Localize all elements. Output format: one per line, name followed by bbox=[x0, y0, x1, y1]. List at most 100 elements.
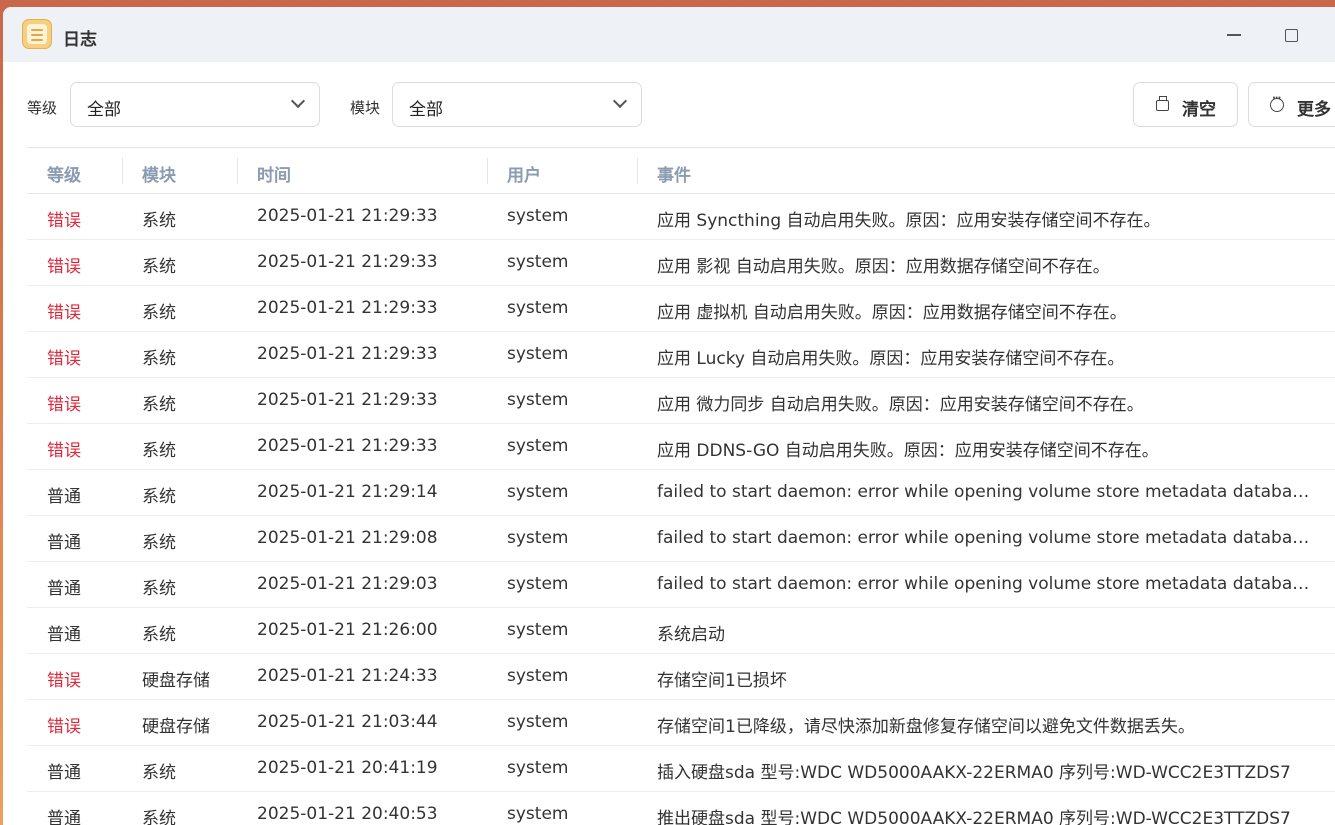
row-module-cell: 系统 bbox=[142, 349, 176, 369]
row-time-cell: 2025-01-21 21:29:33 bbox=[257, 390, 438, 410]
row-module-cell: 硬盘存储 bbox=[142, 717, 210, 737]
row-level-cell: 普通 bbox=[47, 809, 81, 825]
row-user-cell: system bbox=[507, 528, 569, 548]
row-event-cell: 应用 Lucky 自动启用失败。原因：应用安装存储空间不存在。 bbox=[657, 349, 1125, 369]
column-header-module[interactable]: 模块 bbox=[122, 158, 176, 186]
row-user-cell: system bbox=[507, 206, 569, 226]
row-user-cell: system bbox=[507, 344, 569, 364]
row-time-cell: 2025-01-21 21:29:14 bbox=[257, 482, 438, 502]
row-level-cell: 错误 bbox=[47, 349, 81, 369]
row-level-cell: 普通 bbox=[47, 579, 81, 599]
table-row[interactable]: 错误 系统 2025-01-21 21:29:33 system 应用 Lucky 自动… bbox=[27, 332, 1335, 378]
row-user-cell: system bbox=[507, 620, 569, 640]
row-module-cell: 系统 bbox=[142, 625, 176, 645]
row-event-cell: 存储空间1已损坏 bbox=[657, 671, 787, 691]
row-level-cell: 普通 bbox=[47, 763, 81, 783]
row-event-cell: 应用 影视 自动启用失败。原因：应用数据存储空间不存在。 bbox=[657, 257, 1110, 277]
row-user-cell: system bbox=[507, 758, 569, 778]
module-select-value: 全部 bbox=[409, 100, 443, 120]
row-module-cell: 系统 bbox=[142, 763, 176, 783]
log-app-icon bbox=[22, 19, 52, 49]
table-row[interactable]: 普通 系统 2025-01-21 21:29:14 system failed to s… bbox=[27, 470, 1335, 516]
window-title: 日志 bbox=[63, 30, 97, 50]
column-header-event[interactable]: 事件 bbox=[637, 158, 691, 186]
clear-icon bbox=[1156, 96, 1169, 111]
row-level-cell: 错误 bbox=[47, 211, 81, 231]
row-time-cell: 2025-01-21 20:41:19 bbox=[257, 758, 438, 778]
row-event-cell: failed to start daemon: error while open… bbox=[657, 574, 1317, 594]
row-event-cell: 推出硬盘sda 型号:WDC WD5000AAKX-22ERMA0 序列号:WD… bbox=[657, 809, 1291, 825]
row-module-cell: 系统 bbox=[142, 487, 176, 507]
row-user-cell: system bbox=[507, 298, 569, 318]
row-event-cell: 应用 虚拟机 自动启用失败。原因：应用数据存储空间不存在。 bbox=[657, 303, 1127, 323]
table-row[interactable]: 普通 系统 2025-01-21 21:29:08 system failed to s… bbox=[27, 516, 1335, 562]
level-filter-label: 等级 bbox=[27, 99, 58, 117]
row-module-cell: 系统 bbox=[142, 441, 176, 461]
row-time-cell: 2025-01-21 21:29:03 bbox=[257, 574, 438, 594]
row-event-cell: 应用 微力同步 自动启用失败。原因：应用安装存储空间不存在。 bbox=[657, 395, 1144, 415]
row-user-cell: system bbox=[507, 482, 569, 502]
row-time-cell: 2025-01-21 20:40:53 bbox=[257, 804, 438, 824]
row-level-cell: 错误 bbox=[47, 303, 81, 323]
table-row[interactable]: 错误 硬盘存储 2025-01-21 21:24:33 system 存储空间1已损坏 bbox=[27, 654, 1335, 700]
clear-button-label: 清空 bbox=[1182, 100, 1216, 120]
row-module-cell: 系统 bbox=[142, 211, 176, 231]
table-row[interactable]: 普通 系统 2025-01-21 21:29:03 system failed to s… bbox=[27, 562, 1335, 608]
row-level-cell: 普通 bbox=[47, 625, 81, 645]
minimize-icon bbox=[1227, 34, 1241, 36]
table-row[interactable]: 错误 系统 2025-01-21 21:29:33 system 应用 虚拟机 自动启用… bbox=[27, 286, 1335, 332]
table-row[interactable]: 错误 系统 2025-01-21 21:29:33 system 应用 DDNS-GO … bbox=[27, 424, 1335, 470]
more-button-label: 更多 bbox=[1297, 100, 1331, 120]
column-header-level[interactable]: 等级 bbox=[47, 161, 81, 186]
log-table: 等级 模块 时间 用户 事件 错误 系统 2025-01-21 21:29:33 sy… bbox=[27, 147, 1335, 825]
clear-button[interactable]: 清空 bbox=[1133, 82, 1238, 127]
row-level-cell: 错误 bbox=[47, 257, 81, 277]
column-header-user[interactable]: 用户 bbox=[487, 158, 541, 186]
row-level-cell: 普通 bbox=[47, 487, 81, 507]
row-time-cell: 2025-01-21 21:24:33 bbox=[257, 666, 438, 686]
table-row[interactable]: 错误 系统 2025-01-21 21:29:33 system 应用 Syncthin… bbox=[27, 194, 1335, 240]
title-bar: 日志 bbox=[3, 7, 1335, 62]
table-row[interactable]: 普通 系统 2025-01-21 20:41:19 system 插入硬盘sda 型号:… bbox=[27, 746, 1335, 792]
row-user-cell: system bbox=[507, 574, 569, 594]
table-body: 错误 系统 2025-01-21 21:29:33 system 应用 Syncthin… bbox=[27, 194, 1335, 825]
column-header-time[interactable]: 时间 bbox=[237, 158, 291, 186]
row-user-cell: system bbox=[507, 252, 569, 272]
row-time-cell: 2025-01-21 21:03:44 bbox=[257, 712, 438, 732]
table-header: 等级 模块 时间 用户 事件 bbox=[27, 147, 1335, 194]
row-module-cell: 系统 bbox=[142, 257, 176, 277]
row-event-cell: 应用 Syncthing 自动启用失败。原因：应用安装存储空间不存在。 bbox=[657, 211, 1161, 231]
module-select[interactable]: 全部 bbox=[392, 82, 642, 127]
maximize-icon bbox=[1284, 28, 1298, 42]
table-row[interactable]: 错误 系统 2025-01-21 21:29:33 system 应用 微力同步 自动启… bbox=[27, 378, 1335, 424]
row-module-cell: 硬盘存储 bbox=[142, 671, 210, 691]
row-time-cell: 2025-01-21 21:29:08 bbox=[257, 528, 438, 548]
log-window: 日志 等级 全部 模块 全部 清空 更多 等级 模块 时间 用户 事件 错误系统… bbox=[3, 7, 1335, 825]
table-row[interactable]: 普通 系统 2025-01-21 21:26:00 system 系统启动 bbox=[27, 608, 1335, 654]
row-level-cell: 错误 bbox=[47, 441, 81, 461]
row-event-cell: failed to start daemon: error while open… bbox=[657, 528, 1317, 548]
row-module-cell: 系统 bbox=[142, 395, 176, 415]
minimize-button[interactable] bbox=[1220, 21, 1248, 49]
row-event-cell: failed to start daemon: error while open… bbox=[657, 482, 1317, 502]
table-row[interactable]: 错误 硬盘存储 2025-01-21 21:03:44 system 存储空间1已降级，… bbox=[27, 700, 1335, 746]
more-button[interactable]: 更多 bbox=[1248, 82, 1335, 127]
chevron-down-icon bbox=[612, 93, 628, 109]
row-module-cell: 系统 bbox=[142, 533, 176, 553]
row-time-cell: 2025-01-21 21:29:33 bbox=[257, 252, 438, 272]
row-level-cell: 错误 bbox=[47, 717, 81, 737]
row-user-cell: system bbox=[507, 666, 569, 686]
row-event-cell: 存储空间1已降级，请尽快添加新盘修复存储空间以避免文件数据丢失。 bbox=[657, 717, 1195, 737]
row-time-cell: 2025-01-21 21:26:00 bbox=[257, 620, 438, 640]
row-event-cell: 系统启动 bbox=[657, 625, 725, 645]
row-event-cell: 应用 DDNS-GO 自动启用失败。原因：应用安装存储空间不存在。 bbox=[657, 441, 1159, 461]
maximize-button[interactable] bbox=[1277, 21, 1305, 49]
table-row[interactable]: 错误 系统 2025-01-21 21:29:33 system 应用 影视 自动启用失… bbox=[27, 240, 1335, 286]
row-module-cell: 系统 bbox=[142, 809, 176, 825]
level-select[interactable]: 全部 bbox=[70, 82, 320, 127]
table-row[interactable]: 普通 系统 2025-01-21 20:40:53 system 推出硬盘sda 型号:… bbox=[27, 792, 1335, 825]
row-event-cell: 插入硬盘sda 型号:WDC WD5000AAKX-22ERMA0 序列号:WD… bbox=[657, 763, 1291, 783]
row-level-cell: 普通 bbox=[47, 533, 81, 553]
row-time-cell: 2025-01-21 21:29:33 bbox=[257, 436, 438, 456]
row-time-cell: 2025-01-21 21:29:33 bbox=[257, 344, 438, 364]
